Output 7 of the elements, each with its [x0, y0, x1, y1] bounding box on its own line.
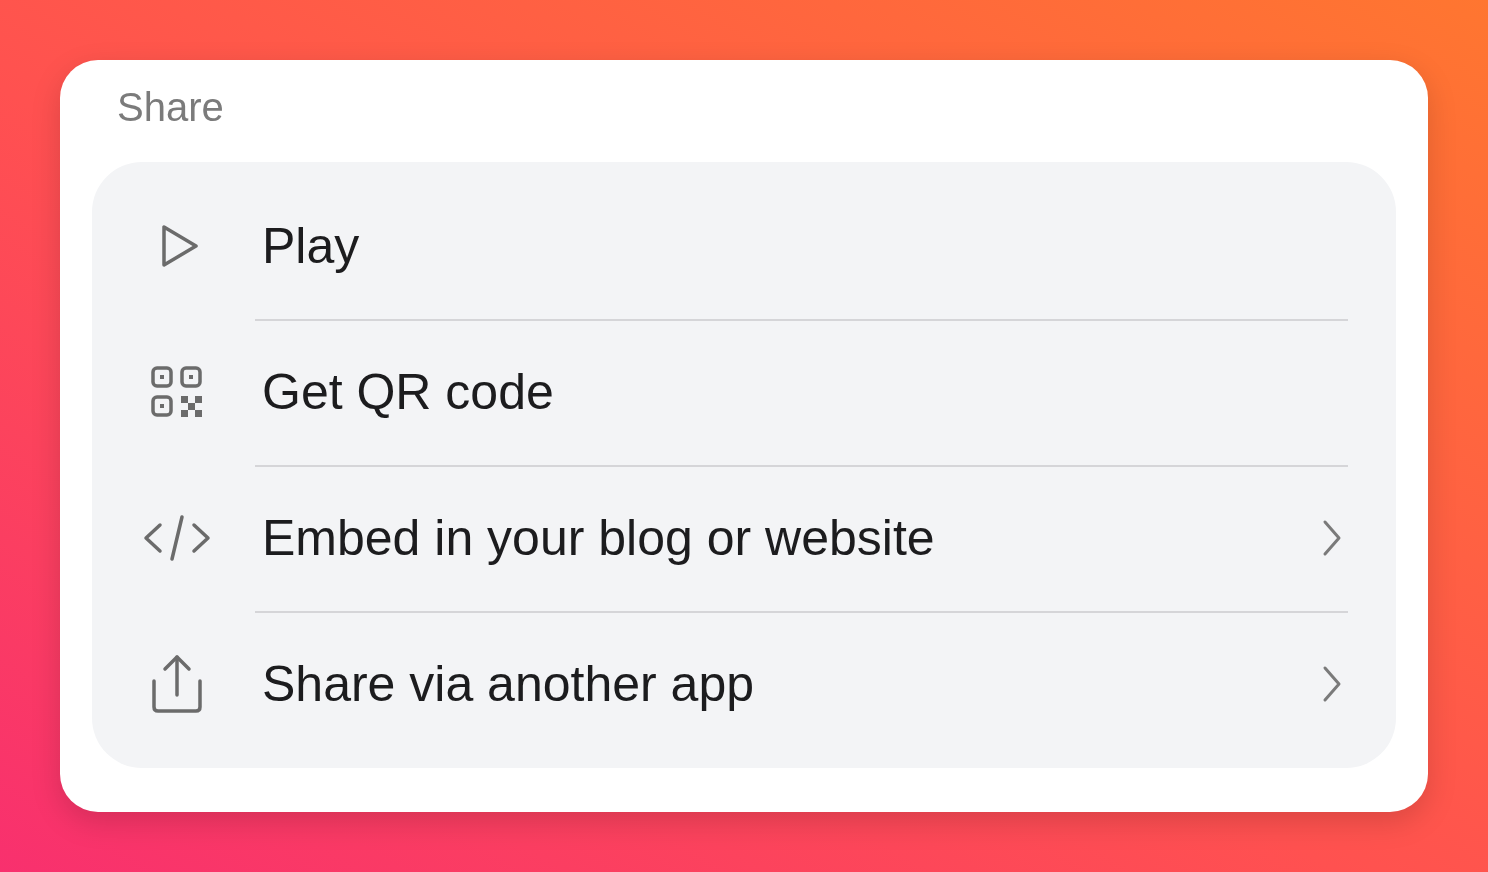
qr-code-icon: [149, 364, 205, 420]
menu-item[interactable]: Play: [92, 173, 1396, 319]
menu-item[interactable]: Embed in your blog or website: [92, 465, 1396, 611]
sheet-title: Share: [117, 84, 224, 131]
menu-item[interactable]: Share via another app: [92, 611, 1396, 757]
menu-item[interactable]: Get QR code: [92, 319, 1396, 465]
code-icon: [142, 513, 212, 563]
